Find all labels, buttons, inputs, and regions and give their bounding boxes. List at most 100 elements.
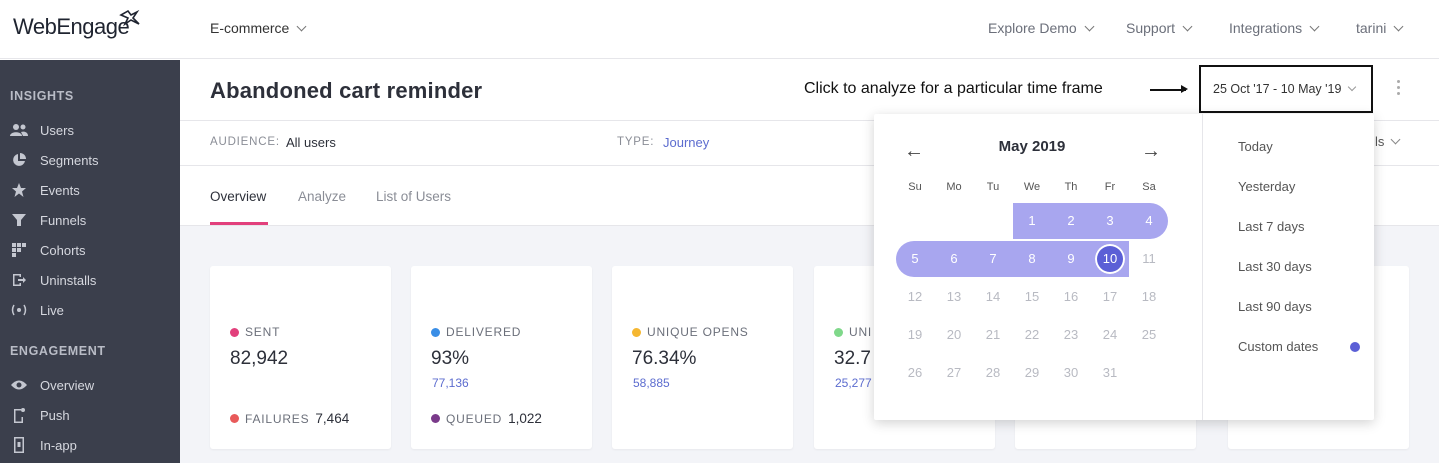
calendar-day[interactable]: 9 bbox=[1056, 244, 1086, 274]
weekday-label: Tu bbox=[986, 181, 1000, 193]
status-dot bbox=[431, 327, 440, 337]
pie-icon bbox=[10, 152, 28, 168]
nav-explore-demo[interactable]: Explore Demo bbox=[988, 20, 1095, 36]
sidebar-item-cohorts[interactable]: Cohorts bbox=[10, 239, 86, 261]
preset-last-7-days[interactable]: Last 7 days bbox=[1238, 219, 1305, 234]
exit-icon bbox=[10, 272, 28, 288]
calendar-day: 11 bbox=[1142, 251, 1156, 266]
project-name: E-commerce bbox=[210, 20, 290, 36]
sidebar-item-overview[interactable]: Overview bbox=[10, 374, 94, 396]
status-dot bbox=[230, 414, 239, 423]
weekday-label: Th bbox=[1064, 181, 1078, 193]
preset-yesterday[interactable]: Yesterday bbox=[1238, 179, 1295, 194]
date-picker-popover: ← May 2019 → Su Mo Tu We Th Fr Sa 1 2 3 4 5 6 7 8 9 10 11… bbox=[874, 114, 1374, 420]
type-label: TYPE: bbox=[617, 136, 655, 148]
stat-count-link[interactable]: 77,136 bbox=[432, 376, 469, 390]
stat-value: 93% bbox=[431, 348, 470, 369]
type-value[interactable]: Journey bbox=[663, 135, 709, 150]
details-toggle[interactable]: ls bbox=[1375, 134, 1401, 149]
calendar-day[interactable]: 2 bbox=[1056, 206, 1086, 236]
bird-logo-icon bbox=[119, 9, 140, 27]
status-dot bbox=[632, 327, 641, 337]
sidebar-item-push[interactable]: Push bbox=[10, 404, 70, 426]
weekday-label: Mo bbox=[946, 181, 962, 193]
calendar-day: 16 bbox=[1063, 289, 1079, 304]
phone-icon bbox=[10, 407, 28, 423]
top-bar: WebEngage E-commerce Explore Demo Suppor… bbox=[0, 0, 1439, 59]
calendar-day: 15 bbox=[1024, 289, 1040, 304]
eye-icon bbox=[10, 377, 28, 393]
calendar-day: 17 bbox=[1102, 289, 1118, 304]
next-month-icon[interactable]: → bbox=[1141, 140, 1161, 163]
chevron-down-icon bbox=[1182, 21, 1193, 32]
calendar-day: 22 bbox=[1024, 327, 1040, 342]
divider bbox=[1202, 114, 1203, 420]
calendar-day[interactable]: 3 bbox=[1095, 206, 1125, 236]
calendar-day[interactable]: 1 bbox=[1017, 206, 1047, 236]
annotation-hint: Click to analyze for a particular time f… bbox=[804, 80, 1103, 97]
more-options-icon[interactable] bbox=[1393, 80, 1403, 98]
logo-text: WebEngage bbox=[13, 14, 130, 39]
sidebar-item-in-app[interactable]: In-app bbox=[10, 434, 77, 456]
nav-integrations[interactable]: Integrations bbox=[1229, 20, 1320, 36]
user-menu[interactable]: tarini bbox=[1356, 20, 1404, 36]
sidebar-item-live[interactable]: Live bbox=[10, 299, 64, 321]
chevron-down-icon bbox=[1393, 21, 1404, 32]
audience-label: AUDIENCE: bbox=[210, 136, 280, 148]
audience-value: All users bbox=[286, 135, 336, 150]
calendar-day[interactable]: 7 bbox=[978, 244, 1008, 274]
status-dot bbox=[834, 327, 843, 337]
calendar-day: 30 bbox=[1063, 365, 1079, 380]
calendar-day: 12 bbox=[907, 289, 923, 304]
sidebar-item-users[interactable]: Users bbox=[10, 119, 74, 141]
preset-last-90-days[interactable]: Last 90 days bbox=[1238, 299, 1312, 314]
status-dot bbox=[230, 327, 239, 337]
tab-overview[interactable]: Overview bbox=[210, 189, 266, 204]
sidebar-section-insights: INSIGHTS bbox=[10, 89, 74, 103]
grid-icon bbox=[10, 242, 28, 258]
calendar-day: 14 bbox=[985, 289, 1001, 304]
calendar-day: 26 bbox=[907, 365, 923, 380]
stat-value: 76.34% bbox=[632, 348, 697, 369]
calendar-day[interactable]: 4 bbox=[1134, 206, 1164, 236]
calendar-day: 18 bbox=[1141, 289, 1157, 304]
tab-list-of-users[interactable]: List of Users bbox=[376, 189, 451, 204]
calendar-day[interactable]: 5 bbox=[900, 244, 930, 274]
calendar-day: 28 bbox=[985, 365, 1001, 380]
tab-analyze[interactable]: Analyze bbox=[298, 189, 346, 204]
stat-value: 32.7 bbox=[834, 348, 871, 369]
webengage-logo[interactable]: WebEngage bbox=[13, 9, 140, 40]
calendar-day[interactable]: 10 bbox=[1095, 244, 1125, 274]
sidebar-item-uninstalls[interactable]: Uninstalls bbox=[10, 269, 96, 291]
calendar-day: 25 bbox=[1141, 327, 1157, 342]
selected-preset-indicator bbox=[1350, 342, 1360, 352]
stat-count-link[interactable]: 58,885 bbox=[633, 376, 670, 390]
calendar-day[interactable]: 6 bbox=[939, 244, 969, 274]
date-range-picker[interactable]: 25 Oct '17 - 10 May '19 bbox=[1199, 65, 1373, 113]
sidebar-item-events[interactable]: Events bbox=[10, 179, 80, 201]
status-dot bbox=[431, 414, 440, 423]
stat-card-unique-opens: UNIQUE OPENS 76.34% 58,885 bbox=[612, 266, 793, 449]
preset-today[interactable]: Today bbox=[1238, 139, 1273, 154]
arrow-right-icon bbox=[1150, 86, 1188, 92]
sidebar-item-segments[interactable]: Segments bbox=[10, 149, 99, 171]
broadcast-icon bbox=[10, 302, 28, 318]
users-icon bbox=[10, 122, 28, 138]
calendar-day: 29 bbox=[1024, 365, 1040, 380]
calendar-day: 23 bbox=[1063, 327, 1079, 342]
sidebar-item-funnels[interactable]: Funnels bbox=[10, 209, 86, 231]
star-icon bbox=[10, 182, 28, 198]
page-title: Abandoned cart reminder bbox=[210, 78, 483, 103]
preset-custom-dates[interactable]: Custom dates bbox=[1238, 339, 1318, 354]
calendar-day[interactable]: 8 bbox=[1017, 244, 1047, 274]
preset-last-30-days[interactable]: Last 30 days bbox=[1238, 259, 1312, 274]
weekday-label: Fr bbox=[1104, 181, 1116, 193]
funnel-icon bbox=[10, 212, 28, 228]
calendar-day: 31 bbox=[1102, 365, 1118, 380]
stat-card-delivered: DELIVERED 93% 77,136 QUEUED 1,022 bbox=[411, 266, 592, 449]
calendar-day: 24 bbox=[1102, 327, 1118, 342]
stat-count-link[interactable]: 25,277 bbox=[835, 376, 872, 390]
project-selector[interactable]: E-commerce bbox=[210, 20, 307, 36]
chevron-down-icon bbox=[1390, 134, 1401, 145]
nav-support[interactable]: Support bbox=[1126, 20, 1193, 36]
